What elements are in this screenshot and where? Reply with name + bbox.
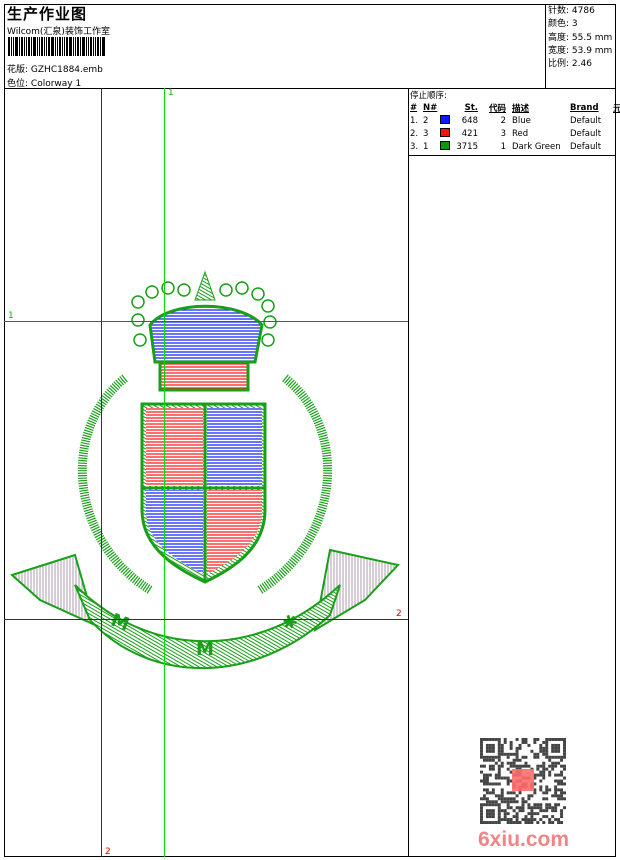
guide-line-vertical-2[interactable]: [101, 88, 102, 857]
guide-label: 2: [396, 609, 402, 619]
seal-stamp: [512, 769, 534, 791]
watermark-logo: 6xiu.com: [478, 828, 570, 851]
guide-line-vertical-1[interactable]: [164, 88, 165, 857]
guide-line-horizontal-1[interactable]: [4, 321, 408, 322]
embroidery-preview: M M ✱: [10, 270, 400, 670]
guide-label: 1: [8, 311, 14, 321]
svg-text:M: M: [196, 639, 214, 660]
guide-label: 1: [168, 88, 174, 98]
guide-line-horizontal-2[interactable]: [4, 619, 408, 620]
production-worksheet: 生产作业图 Wilcom(汇泉)装饰工作室 花版: GZHC1884.emb 色…: [0, 0, 620, 860]
guide-label: 2: [105, 847, 111, 857]
shield: [140, 402, 267, 584]
crown: [131, 270, 277, 392]
